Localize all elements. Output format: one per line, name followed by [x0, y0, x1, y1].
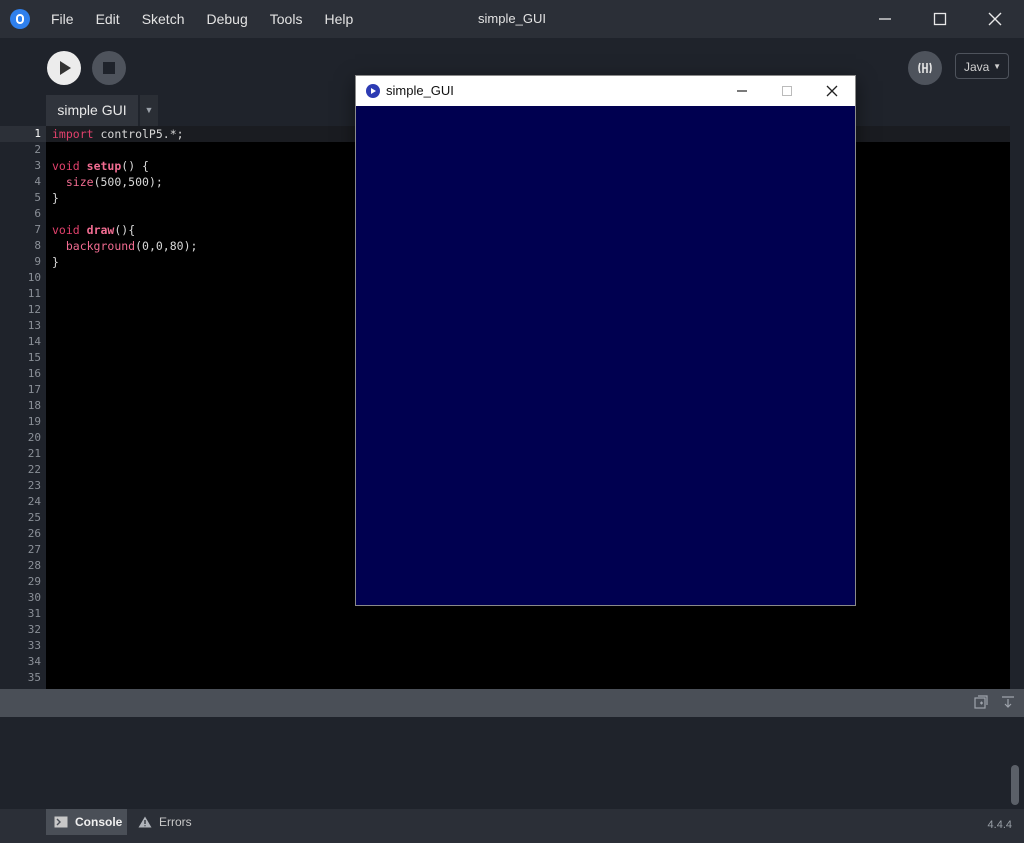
line-number: 6	[34, 207, 41, 220]
line-number: 10	[27, 271, 41, 284]
terminal-icon	[54, 816, 68, 828]
menu-file[interactable]: File	[40, 0, 85, 38]
menu-help[interactable]: Help	[313, 0, 364, 38]
line-number: 7	[34, 223, 41, 236]
mode-label: Java	[964, 60, 990, 74]
menu-bar: File Edit Sketch Debug Tools Help	[40, 0, 364, 38]
line-number: 22	[27, 463, 41, 476]
tab-menu-button[interactable]: ▼	[140, 95, 158, 126]
editor-scrollbar[interactable]	[1010, 126, 1024, 689]
line-number: 33	[27, 639, 41, 652]
copy-icon[interactable]	[974, 695, 988, 712]
line-number: 18	[27, 399, 41, 412]
code-keyword: void	[52, 159, 80, 173]
tab-console[interactable]: Console	[46, 809, 127, 835]
line-number: 25	[27, 511, 41, 524]
maximize-button[interactable]	[917, 0, 963, 38]
sketch-canvas[interactable]	[356, 106, 855, 605]
code-function: background	[65, 239, 136, 253]
line-number: 13	[27, 319, 41, 332]
stop-button[interactable]	[92, 51, 126, 85]
line-number: 15	[27, 351, 41, 364]
minimize-button[interactable]	[862, 0, 908, 38]
chevron-down-icon: ▼	[144, 105, 154, 115]
code-function: draw	[86, 223, 115, 237]
line-number: 26	[27, 527, 41, 540]
tab-simple-gui[interactable]: simple GUI	[46, 95, 138, 126]
title-bar: File Edit Sketch Debug Tools Help simple…	[0, 0, 1024, 38]
tab-errors-label: Errors	[159, 815, 192, 829]
processing-sketch-icon	[366, 84, 380, 98]
line-number: 31	[27, 607, 41, 620]
code-keyword: void	[52, 223, 80, 237]
processing-logo-icon	[10, 9, 30, 29]
console-scrollbar[interactable]	[1008, 717, 1024, 809]
line-number: 11	[27, 287, 41, 300]
line-number: 30	[27, 591, 41, 604]
run-button[interactable]	[47, 51, 81, 85]
debug-icon	[918, 62, 932, 74]
line-number: 34	[27, 655, 41, 668]
line-number: 1	[0, 126, 46, 142]
minimize-icon	[879, 18, 891, 20]
line-number: 5	[34, 191, 41, 204]
line-number: 32	[27, 623, 41, 636]
collapse-console-icon[interactable]	[1001, 695, 1015, 712]
line-number: 17	[27, 383, 41, 396]
line-number: 21	[27, 447, 41, 460]
sketch-maximize-button	[767, 76, 807, 106]
maximize-icon	[933, 12, 947, 26]
line-number: 24	[27, 495, 41, 508]
menu-edit[interactable]: Edit	[85, 0, 131, 38]
minimize-icon	[737, 90, 747, 92]
sketch-minimize-button[interactable]	[722, 76, 762, 106]
code-keyword: import	[52, 127, 94, 141]
line-number: 4	[34, 175, 41, 188]
line-number: 16	[27, 367, 41, 380]
sketch-window-title: simple_GUI	[386, 83, 454, 98]
sketch-title-bar: simple_GUI	[356, 76, 855, 106]
line-number: 35	[27, 671, 41, 684]
menu-sketch[interactable]: Sketch	[131, 0, 196, 38]
line-number: 14	[27, 335, 41, 348]
sketch-window[interactable]: simple_GUI	[355, 75, 856, 606]
maximize-icon	[782, 86, 792, 96]
code-function: setup	[86, 159, 122, 173]
warning-icon	[138, 816, 152, 828]
line-number: 27	[27, 543, 41, 556]
tab-errors[interactable]: Errors	[130, 809, 200, 835]
line-number: 9	[34, 255, 41, 268]
menu-debug[interactable]: Debug	[196, 0, 259, 38]
debugger-button[interactable]	[908, 51, 942, 85]
menu-tools[interactable]: Tools	[259, 0, 314, 38]
line-number: 19	[27, 415, 41, 428]
console-header	[0, 689, 1024, 717]
line-number: 28	[27, 559, 41, 572]
line-number: 29	[27, 575, 41, 588]
line-number: 3	[34, 159, 41, 172]
close-icon	[988, 12, 1002, 26]
version-label: 4.4.4	[987, 819, 1012, 831]
line-number-gutter: 1 2 3 4 5 6 7 8 9 10 11 12 13 14 15 16 17 18 19 20 21 22 23 24 2…	[0, 126, 46, 689]
mode-selector[interactable]: Java ▼	[955, 53, 1009, 79]
console-output[interactable]	[0, 717, 1008, 809]
code-function: size	[65, 175, 94, 189]
close-button[interactable]	[972, 0, 1018, 38]
status-bar: Console Errors 4.4.4	[0, 809, 1024, 843]
close-icon	[826, 85, 838, 97]
line-number: 20	[27, 431, 41, 444]
tab-console-label: Console	[75, 815, 123, 829]
scrollbar-thumb[interactable]	[1011, 765, 1019, 805]
line-number: 12	[27, 303, 41, 316]
tab-label: simple GUI	[57, 102, 127, 118]
line-number: 23	[27, 479, 41, 492]
chevron-down-icon: ▼	[993, 62, 1001, 71]
line-number: 2	[34, 143, 41, 156]
sketch-close-button[interactable]	[812, 76, 852, 106]
line-number: 8	[34, 239, 41, 252]
